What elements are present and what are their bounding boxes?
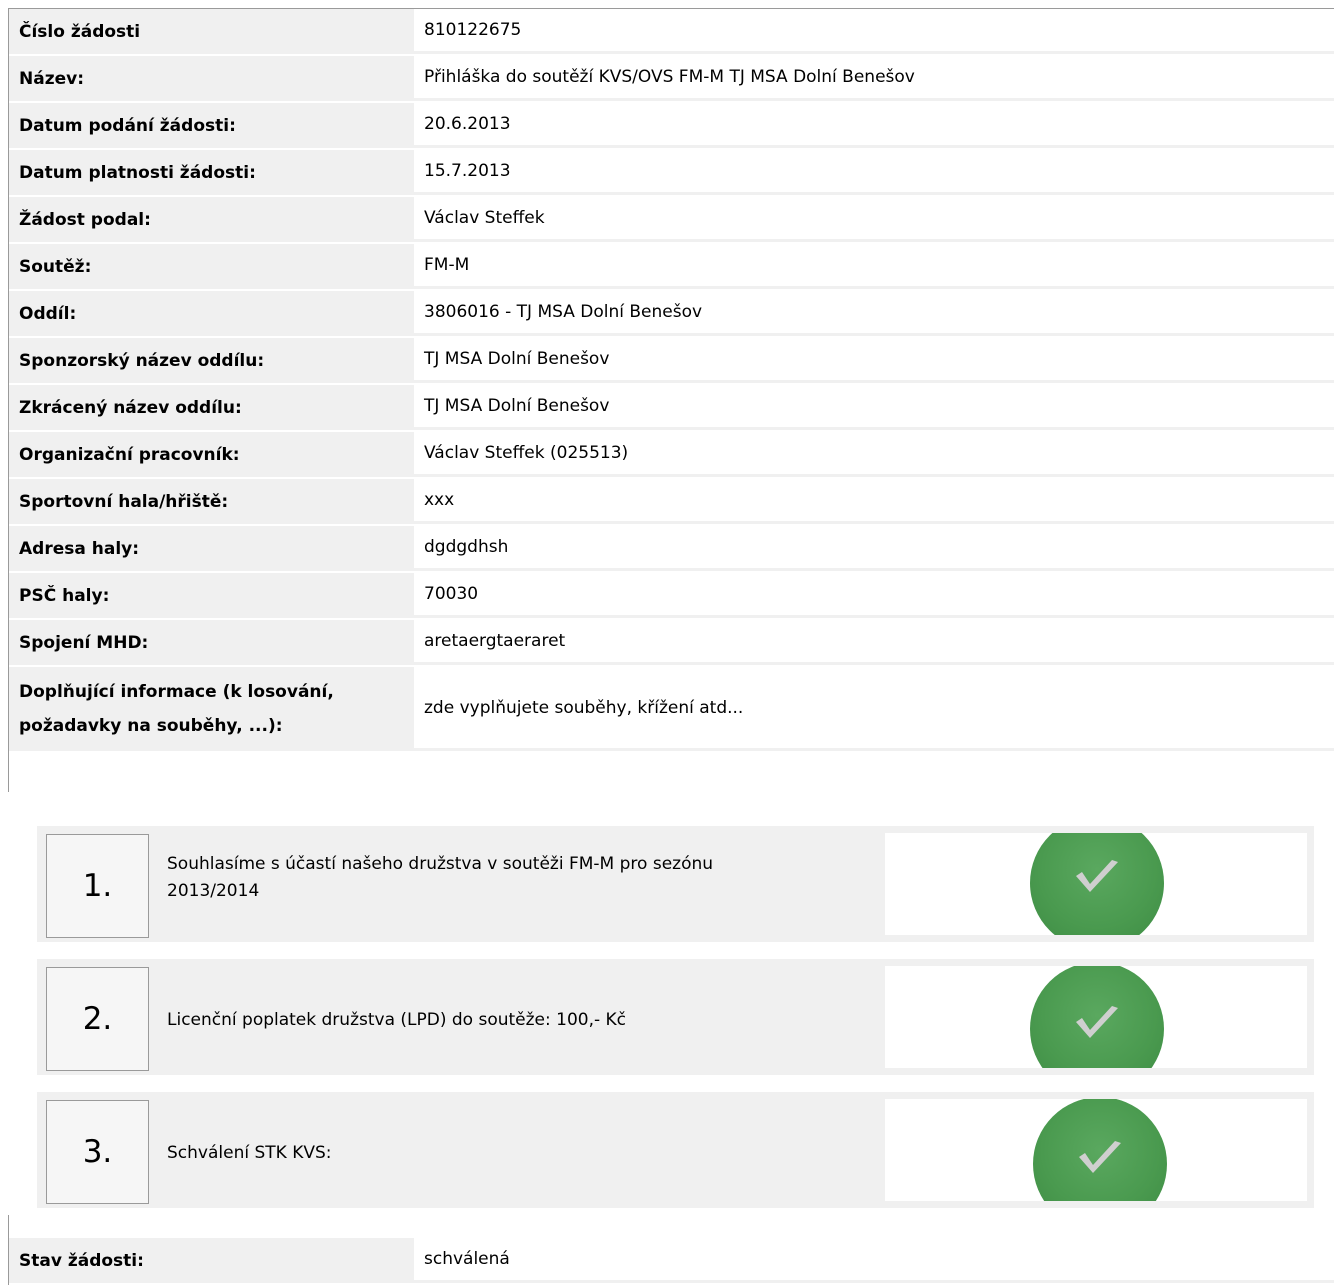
row-submitted-by: Žádost podal: Václav Steffek [9,197,1334,244]
step-text: Souhlasíme s účastí našeho družstva v so… [167,854,714,901]
row-label: Stav žádosti: [9,1238,414,1283]
row-sponsor-name: Sponzorský název oddílu: TJ MSA Dolní Be… [9,338,1334,385]
row-value: 70030 [414,573,1334,618]
row-public-transport: Spojení MHD: aretaergtaeraret [9,620,1334,667]
step-text: Licenční poplatek družstva (LPD) do sout… [167,1010,627,1030]
row-short-name: Zkrácený název oddílu: TJ MSA Dolní Bene… [9,385,1334,432]
check-icon [1030,966,1164,1068]
step-3: 3. Schválení STK KVS: [37,1092,1314,1208]
step-1: 1. Souhlasíme s účastí našeho družstva v… [37,826,1314,942]
row-additional-info: Doplňující informace (k losování, požada… [9,667,1334,753]
row-label: Spojení MHD: [9,620,414,665]
row-validity-date: Datum platnosti žádosti: 15.7.2013 [9,150,1334,197]
row-label: Název: [9,56,414,101]
row-competition: Soutěž: FM-M [9,244,1334,291]
row-value: 810122675 [414,9,1334,54]
row-submission-date: Datum podání žádosti: 20.6.2013 [9,103,1334,150]
row-club: Oddíl: 3806016 - TJ MSA Dolní Benešov [9,291,1334,338]
row-label: Číslo žádosti [9,9,414,54]
row-value: aretaergtaeraret [414,620,1334,665]
row-value: TJ MSA Dolní Benešov [414,338,1334,383]
step-number: 2. [46,967,149,1071]
check-icon [1033,1099,1167,1201]
row-status: Stav žádosti: schválená [9,1238,1334,1285]
request-status-row: Stav žádosti: schválená [9,1238,1334,1285]
row-label: Oddíl: [9,291,414,336]
row-value: dgdgdhsh [414,526,1334,571]
row-venue: Sportovní hala/hřiště: xxx [9,479,1334,526]
row-venue-zip: PSČ haly: 70030 [9,573,1334,620]
row-label: Zkrácený název oddílu: [9,385,414,430]
row-request-number: Číslo žádosti 810122675 [9,9,1334,56]
step-text: Schválení STK KVS: [167,1143,332,1163]
row-label: Doplňující informace (k losování, požada… [9,667,414,751]
row-value: 3806016 - TJ MSA Dolní Benešov [414,291,1334,336]
row-value: Václav Steffek [414,197,1334,242]
step-number: 3. [46,1100,149,1204]
row-value: 15.7.2013 [414,150,1334,195]
row-label: Adresa haly: [9,526,414,571]
row-value: Přihláška do soutěží KVS/OVS FM-M TJ MSA… [414,56,1334,101]
row-venue-address: Adresa haly: dgdgdhsh [9,526,1334,573]
row-name: Název: Přihláška do soutěží KVS/OVS FM-M… [9,56,1334,103]
step-2: 2. Licenční poplatek družstva (LPD) do s… [37,959,1314,1075]
row-value: TJ MSA Dolní Benešov [414,385,1334,430]
row-label: Datum platnosti žádosti: [9,150,414,195]
request-details-table: Číslo žádosti 810122675 Název: Přihláška… [9,9,1334,753]
step-number: 1. [46,834,149,938]
row-label: Datum podání žádosti: [9,103,414,148]
row-label: Soutěž: [9,244,414,289]
row-value: zde vyplňujete souběhy, křížení atd... [414,667,1334,751]
row-value: 20.6.2013 [414,103,1334,148]
row-value: FM-M [414,244,1334,289]
row-value: schválená [414,1238,1334,1283]
row-organizer: Organizační pracovník: Václav Steffek (0… [9,432,1334,479]
row-label: Sponzorský název oddílu: [9,338,414,383]
row-label: Žádost podal: [9,197,414,242]
check-icon [1030,833,1164,935]
row-value: xxx [414,479,1334,524]
row-value: Václav Steffek (025513) [414,432,1334,477]
step-status-box [885,833,1307,935]
step-status-box [885,966,1307,1068]
step-status-box [885,1099,1307,1201]
row-label: Organizační pracovník: [9,432,414,477]
row-label: PSČ haly: [9,573,414,618]
row-label: Sportovní hala/hřiště: [9,479,414,524]
